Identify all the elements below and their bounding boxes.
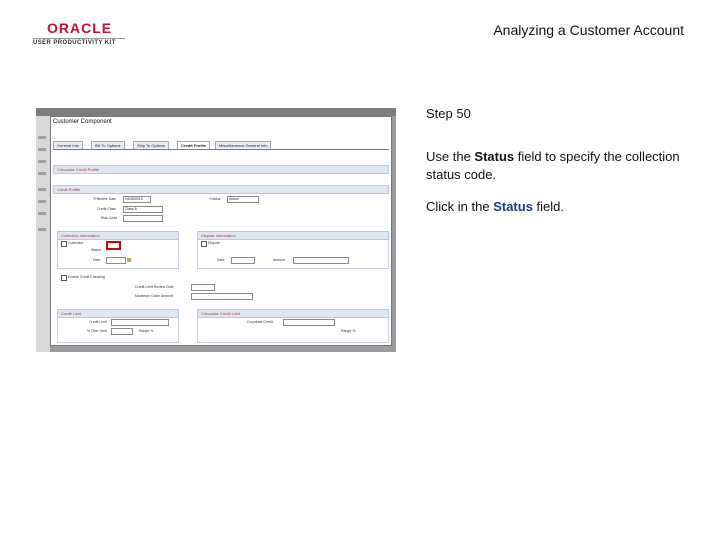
action-keyword: Status — [493, 199, 533, 214]
dispute-checkbox[interactable] — [201, 241, 207, 247]
dispute-amount-label: Amount — [273, 258, 286, 262]
effective-date-label: *Effective Date — [93, 197, 117, 201]
window-title: Customer Component — [53, 119, 112, 125]
pct-over-limit-field[interactable] — [111, 328, 133, 335]
screenshot-thumbnail: Customer Component General Info Bill To … — [36, 108, 396, 352]
status-top-value: Active — [229, 197, 239, 201]
status-top-label: *Status — [209, 197, 221, 201]
section-collection-information: Collection Information — [57, 231, 179, 240]
dispute-amount-field[interactable] — [293, 257, 349, 264]
corporate-range-pct-label: Range % — [341, 329, 356, 333]
collection-date-label: Date — [93, 258, 101, 262]
corporate-credit-label: Corporate Credit — [247, 320, 273, 324]
maximum-order-amount-label: Maximum Order Amount — [135, 294, 173, 298]
left-navigation-strip — [36, 116, 50, 352]
instruction-keyword: Status — [474, 149, 515, 164]
instruction-before: Use the — [426, 149, 475, 164]
section-credit-limit: Credit Limit — [57, 309, 179, 318]
logo-subtitle: USER PRODUCTIVITY KIT — [33, 40, 116, 46]
step-label: Step 50 — [426, 106, 471, 121]
tab-misc-general-info[interactable]: Miscellaneous General Info — [215, 141, 272, 149]
collection-status-label: Status — [91, 248, 101, 252]
maximum-order-amount-field[interactable] — [191, 293, 253, 300]
action-before: Click in the — [426, 199, 494, 214]
instruction-text: Use the Status field to specify the coll… — [426, 148, 686, 184]
tab-ship-to-options[interactable]: Ship To Options — [133, 141, 170, 149]
collection-status-field[interactable] — [106, 241, 121, 250]
corporate-credit-field[interactable] — [283, 319, 335, 326]
tab-general-info[interactable]: General Info — [53, 141, 84, 149]
dispute-date-label: Date — [217, 258, 225, 262]
collection-label: Collection — [68, 241, 84, 245]
collection-date-field[interactable] — [106, 257, 126, 264]
range-pct-label: Range % — [139, 329, 154, 333]
credit-class-value: Class A — [125, 207, 137, 211]
calendar-icon[interactable] — [127, 258, 131, 262]
tab-bill-to-options[interactable]: Bill To Options — [91, 141, 125, 149]
section-dispute-information: Dispute Information — [197, 231, 389, 240]
browser-menu-bar — [36, 108, 396, 116]
customer-component-window: Customer Component General Info Bill To … — [50, 116, 392, 346]
risk-code-label: Risk Code — [101, 216, 118, 220]
section-corporate-credit-limit: Corporate Credit Limit — [197, 309, 389, 318]
dispute-label: Dispute — [208, 241, 220, 245]
credit-limit-field[interactable] — [111, 319, 169, 326]
section-corporate-credit-profile: Corporate Credit Profile — [53, 165, 389, 174]
logo-divider — [33, 38, 125, 39]
risk-code-dropdown[interactable] — [123, 215, 163, 222]
effective-date-value: 04/25/2013 — [125, 197, 143, 201]
credit-limit-label: Credit Limit — [89, 320, 107, 324]
action-after: field. — [532, 199, 565, 214]
enable-credit-checking-label: Enable Credit Checking — [68, 275, 105, 279]
oracle-wordmark: ORACLE — [47, 20, 113, 36]
tab-credit-profile[interactable]: Credit Profile — [177, 141, 211, 149]
collection-checkbox[interactable] — [61, 241, 67, 247]
credit-limit-review-date-field[interactable] — [191, 284, 215, 291]
pct-over-limit-label: % Over Limit — [87, 329, 108, 333]
credit-class-label: Credit Class — [97, 207, 117, 211]
document-title: Analyzing a Customer Account — [493, 22, 684, 38]
credit-limit-review-date-label: Credit Limit Review Date — [135, 285, 174, 289]
action-text: Click in the Status field. — [426, 199, 564, 214]
dispute-date-field[interactable] — [231, 257, 255, 264]
enable-credit-checking-checkbox[interactable] — [61, 275, 67, 281]
tab-strip: General Info Bill To Options Ship To Opt… — [53, 140, 389, 150]
section-credit-profile: Credit Profile — [53, 185, 389, 194]
